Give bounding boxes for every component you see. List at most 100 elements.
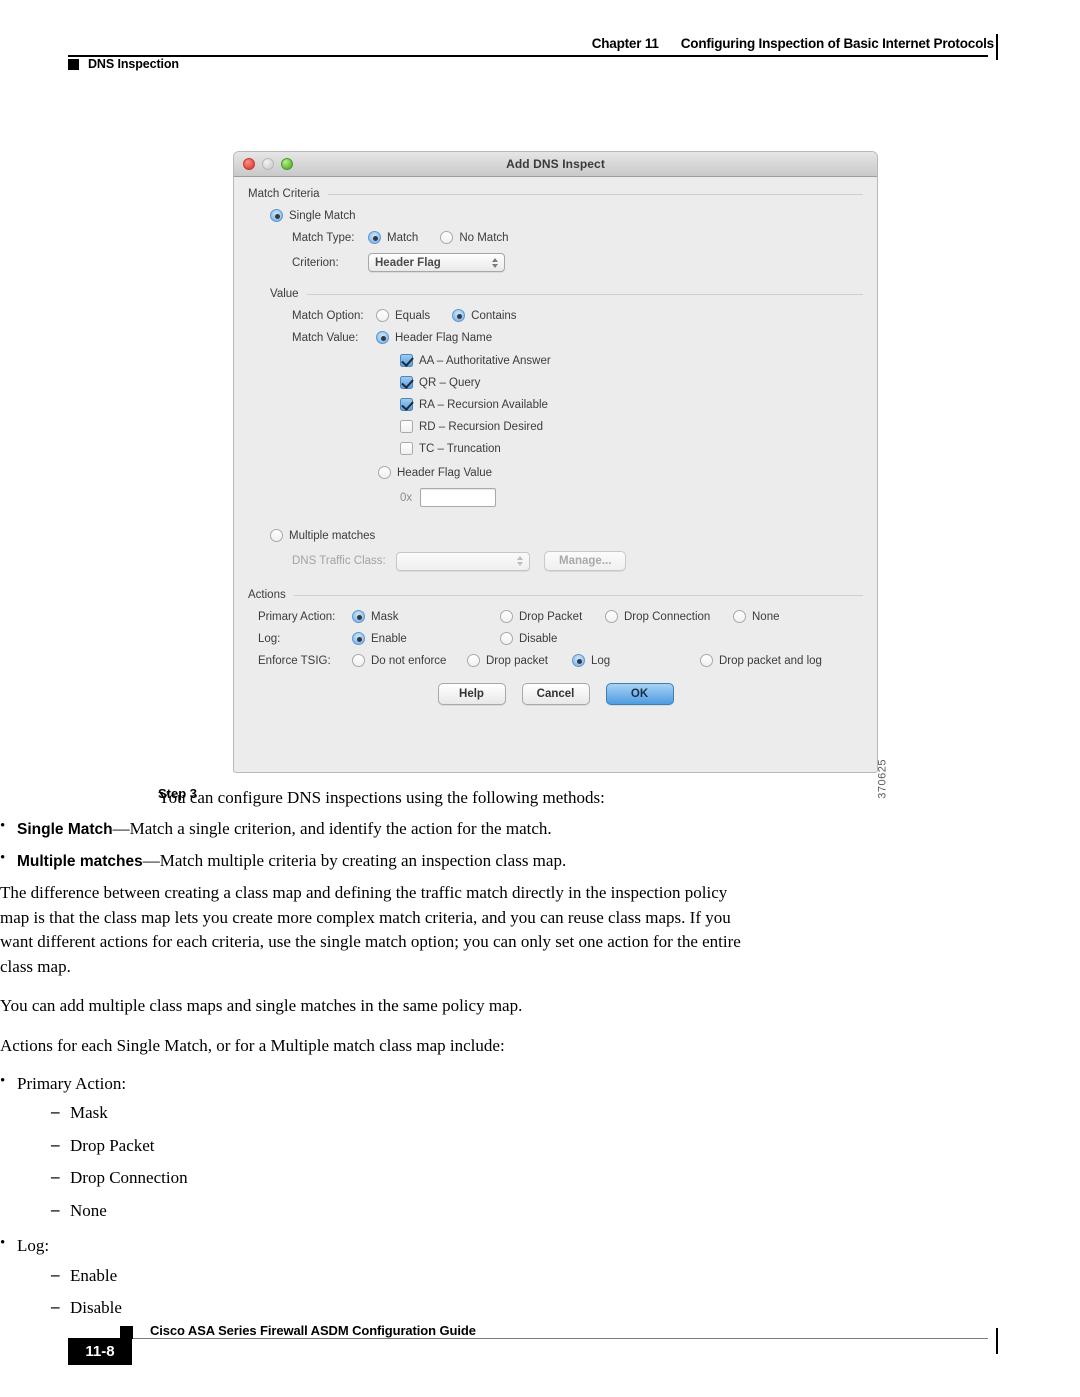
step-3: Step 3 You can configure DNS inspections… (0, 786, 1080, 810)
cancel-button[interactable]: Cancel (521, 683, 590, 705)
method-term-multiple-matches: Multiple matches (17, 852, 143, 870)
checkbox-flag-qr[interactable]: QR – Query (400, 376, 863, 389)
label-tsig-drop-packet: Drop packet (486, 654, 549, 667)
label-tsig-log: Log (591, 654, 611, 667)
label-match-value: Match Value: (292, 331, 359, 344)
checkbox-qr-icon[interactable] (400, 376, 413, 389)
criterion-select-value: Header Flag (375, 256, 441, 269)
radio-tsig-log[interactable] (572, 654, 585, 667)
radio-header-flag-value[interactable] (378, 466, 391, 479)
radio-primary-drop-packet[interactable] (500, 610, 513, 623)
label-match: Match (387, 231, 419, 244)
method-desc-single-match: —Match a single criterion, and identify … (112, 819, 552, 839)
radio-multiple-matches[interactable] (270, 529, 283, 542)
method-term-single-match: Single Match (17, 821, 113, 839)
header-tick-mark (995, 34, 998, 60)
group-rule (293, 594, 863, 596)
radio-primary-none[interactable] (733, 610, 746, 623)
option-primary-drop-connection[interactable]: Drop Connection (605, 610, 733, 623)
radio-log-disable[interactable] (500, 632, 513, 645)
primary-action-sublist: Mask Drop Packet Drop Connection None (17, 1099, 760, 1224)
add-dns-inspect-dialog: Add DNS Inspect Match Criteria Single Ma… (233, 151, 878, 773)
dns-traffic-class-select[interactable] (396, 551, 530, 571)
step-text: You can configure DNS inspections using … (158, 788, 605, 807)
paragraph-multiple-class-maps: You can add multiple class maps and sing… (0, 995, 523, 1015)
radio-no-match[interactable] (440, 231, 454, 244)
dialog-title: Add DNS Inspect (506, 157, 605, 171)
row-single-match[interactable]: Single Match (270, 209, 863, 222)
criterion-select[interactable]: Header Flag (368, 253, 505, 272)
list-item: None (51, 1197, 760, 1224)
row-dns-traffic-class: DNS Traffic Class: Manage... (292, 551, 863, 571)
option-equals[interactable]: Equals (376, 309, 430, 322)
checkbox-tc-icon[interactable] (400, 442, 413, 455)
option-primary-none[interactable]: None (733, 610, 780, 623)
radio-single-match[interactable] (270, 209, 283, 222)
label-tsig-drop-packet-and-log: Drop packet and log (719, 654, 822, 667)
label-tsig-do-not-enforce: Do not enforce (371, 654, 447, 667)
list-item: Drop Connection (51, 1164, 760, 1191)
figure-add-dns-inspect: Add DNS Inspect Match Criteria Single Ma… (233, 151, 889, 799)
header-chapter-line: Chapter 11 Configuring Inspection of Basi… (591, 36, 995, 51)
footer-rule (120, 1338, 988, 1339)
label-flag-tc: TC – Truncation (419, 442, 501, 455)
checkbox-flag-rd[interactable]: RD – Recursion Desired (400, 420, 863, 433)
radio-contains[interactable] (452, 309, 466, 322)
option-primary-drop-packet[interactable]: Drop Packet (500, 610, 605, 623)
radio-header-flag-name[interactable] (376, 331, 389, 344)
option-log-enable[interactable]: Enable (352, 632, 500, 645)
page-header: Chapter 11 Configuring Inspection of Basi… (0, 0, 1080, 92)
option-tsig-do-not-enforce[interactable]: Do not enforce (352, 654, 467, 667)
list-item: Single Match—Match a single criterion, a… (0, 815, 760, 842)
checkbox-flag-aa[interactable]: AA – Authoritative Answer (400, 354, 863, 367)
header-chapter-number: Chapter 11 (591, 36, 659, 51)
option-tsig-drop-packet-and-log[interactable]: Drop packet and log (700, 654, 822, 667)
checkbox-flag-tc[interactable]: TC – Truncation (400, 442, 863, 455)
option-tsig-log[interactable]: Log (572, 654, 700, 667)
dialog-titlebar: Add DNS Inspect (234, 152, 877, 177)
label-flag-qr: QR – Query (419, 376, 481, 389)
checkbox-ra-icon[interactable] (400, 398, 413, 411)
option-log-disable[interactable]: Disable (500, 632, 557, 645)
hex-value-input[interactable] (420, 488, 497, 507)
row-match-option: Match Option: Equals Contains (292, 309, 863, 322)
row-header-flag-value[interactable]: Header Flag Value (378, 466, 863, 479)
label-primary-mask: Mask (371, 610, 399, 623)
row-multiple-matches[interactable]: Multiple matches (270, 529, 863, 542)
option-no-match[interactable]: No Match (440, 231, 509, 244)
group-value: Value (270, 288, 863, 300)
option-match[interactable]: Match (368, 231, 418, 244)
radio-tsig-do-not-enforce[interactable] (352, 654, 365, 667)
row-hex-value: 0x (400, 488, 863, 507)
manage-button[interactable]: Manage... (544, 551, 627, 571)
radio-primary-drop-connection[interactable] (605, 610, 618, 623)
group-actions: Actions (248, 589, 863, 601)
radio-equals[interactable] (376, 309, 389, 322)
ok-button[interactable]: OK (605, 683, 674, 705)
label-multiple-matches: Multiple matches (289, 529, 376, 542)
checkbox-aa-icon[interactable] (400, 354, 413, 367)
radio-match[interactable] (368, 231, 381, 244)
label-primary-action: Primary Action: (258, 610, 336, 623)
paragraph-class-map-difference: The difference between creating a class … (0, 883, 741, 977)
label-header-flag-value: Header Flag Value (397, 466, 493, 479)
radio-log-enable[interactable] (352, 632, 365, 645)
radio-tsig-drop-packet-and-log[interactable] (700, 654, 713, 667)
square-bullet-icon (68, 58, 79, 70)
option-contains[interactable]: Contains (452, 309, 517, 322)
radio-tsig-drop-packet[interactable] (467, 654, 480, 667)
checkbox-rd-icon[interactable] (400, 420, 413, 433)
option-header-flag-name[interactable]: Header Flag Name (376, 331, 492, 344)
label-criterion: Criterion: (292, 256, 339, 269)
action-group-label-primary: Primary Action: (17, 1073, 127, 1093)
option-primary-mask[interactable]: Mask (352, 610, 500, 623)
label-primary-drop-connection: Drop Connection (624, 610, 711, 623)
help-button[interactable]: Help (437, 683, 506, 705)
list-item: Primary Action: Mask Drop Packet Drop Co… (0, 1070, 760, 1224)
method-desc-multiple-matches: —Match multiple criteria by creating an … (142, 850, 567, 870)
checkbox-flag-ra[interactable]: RA – Recursion Available (400, 398, 863, 411)
radio-primary-mask[interactable] (352, 610, 365, 623)
label-equals: Equals (395, 309, 431, 322)
group-label-match-criteria: Match Criteria (248, 188, 320, 200)
option-tsig-drop-packet[interactable]: Drop packet (467, 654, 572, 667)
